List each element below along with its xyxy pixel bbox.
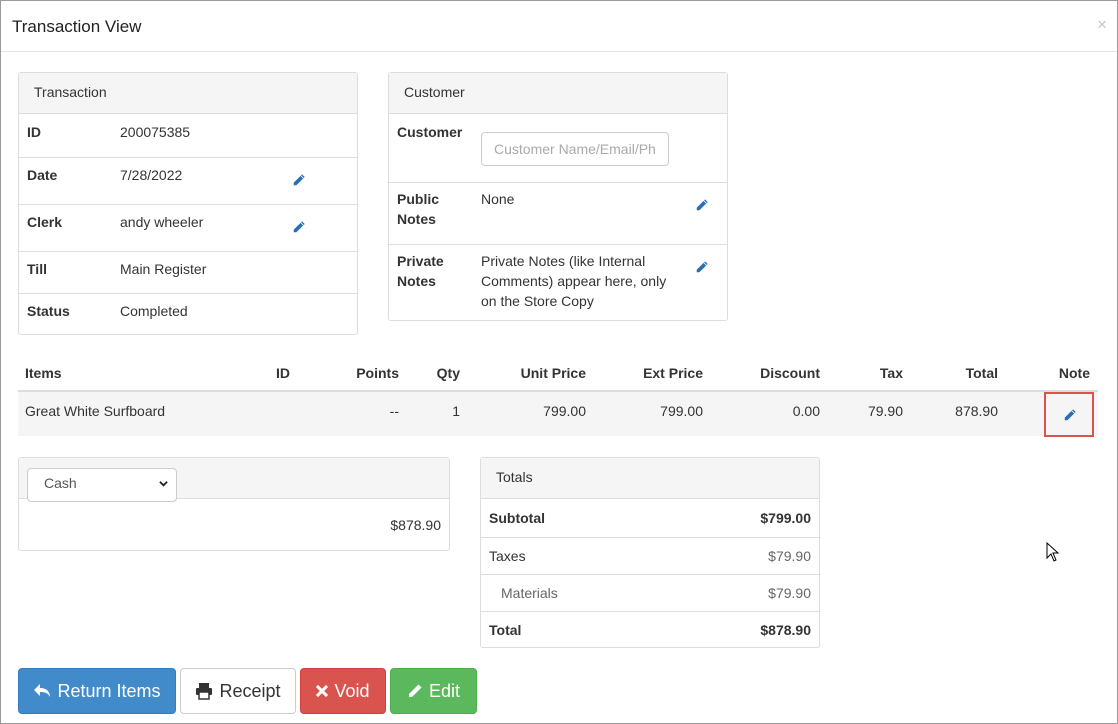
pencil-icon[interactable] xyxy=(1063,408,1077,422)
totals-panel-heading: Totals xyxy=(481,458,819,499)
transaction-row-status: Status Completed xyxy=(19,293,357,335)
chevron-down-icon xyxy=(159,481,168,487)
total-label: Total xyxy=(489,622,522,638)
item-qty: 1 xyxy=(452,403,460,419)
status-value: Completed xyxy=(120,303,188,319)
pencil-icon[interactable] xyxy=(695,260,709,274)
private-notes-line-3: on the Store Copy xyxy=(481,293,594,309)
edit-button[interactable]: Edit xyxy=(390,668,477,714)
customer-search-input[interactable] xyxy=(481,132,669,166)
close-icon[interactable]: × xyxy=(1097,15,1107,35)
taxes-row: Taxes $79.90 xyxy=(481,537,819,574)
pencil-icon[interactable] xyxy=(292,173,306,187)
mouse-cursor-icon xyxy=(1046,542,1060,562)
col-unit-price: Unit Price xyxy=(520,365,586,381)
private-notes-label-1: Private xyxy=(397,253,444,269)
pencil-icon xyxy=(408,684,422,697)
public-notes-row: Public Notes None xyxy=(389,182,727,244)
id-value: 200075385 xyxy=(120,124,191,140)
total-value: $878.90 xyxy=(760,622,811,638)
taxes-value: $79.90 xyxy=(768,548,811,564)
till-value: Main Register xyxy=(120,261,207,277)
till-label: Till xyxy=(27,261,47,277)
item-name: Great White Surfboard xyxy=(25,403,166,419)
col-ext-price: Ext Price xyxy=(643,365,703,381)
modal-header: Transaction View × xyxy=(1,1,1117,52)
return-items-button[interactable]: Return Items xyxy=(18,668,176,714)
transaction-panel: Transaction ID 200075385 Date 7/28/2022 … xyxy=(18,72,358,335)
public-notes-value: None xyxy=(481,191,515,207)
item-points: -- xyxy=(389,403,399,419)
void-label: Void xyxy=(334,680,370,701)
customer-panel: Customer Customer Public Notes None Priv… xyxy=(388,72,728,321)
edit-label: Edit xyxy=(428,680,461,701)
subtotal-value: $799.00 xyxy=(760,510,811,526)
receipt-label: Receipt xyxy=(219,680,281,701)
public-notes-label-2: Notes xyxy=(397,211,436,227)
private-notes-row: Private Notes Private Notes (like Intern… xyxy=(389,244,727,321)
transaction-row-id: ID 200075385 xyxy=(19,114,357,157)
private-notes-line-2: Comments) appear here, only xyxy=(481,273,667,289)
col-total: Total xyxy=(965,365,998,381)
col-id: ID xyxy=(276,365,290,381)
col-points: Points xyxy=(356,365,399,381)
date-label: Date xyxy=(27,167,58,183)
private-notes-line-1: Private Notes (like Internal xyxy=(481,253,646,269)
col-tax: Tax xyxy=(879,365,903,381)
note-highlight xyxy=(1044,392,1094,437)
date-value: 7/28/2022 xyxy=(120,167,183,183)
payments-panel: Completed Payments Cash $878.90 xyxy=(18,457,450,551)
clerk-label: Clerk xyxy=(27,214,63,230)
col-qty: Qty xyxy=(436,365,460,381)
modal-title: Transaction View xyxy=(12,17,142,36)
col-discount: Discount xyxy=(760,365,820,381)
reply-icon xyxy=(34,684,51,697)
item-discount: 0.00 xyxy=(792,403,820,419)
item-ext-price: 799.00 xyxy=(660,403,703,419)
materials-row: Materials $79.90 xyxy=(481,574,819,611)
times-icon xyxy=(316,685,329,697)
pencil-icon[interactable] xyxy=(695,198,709,212)
payment-amount: $878.90 xyxy=(390,517,441,533)
transaction-row-clerk: Clerk andy wheeler xyxy=(19,204,357,251)
transaction-row-till: Till Main Register xyxy=(19,251,357,293)
public-notes-label-1: Public xyxy=(397,191,440,207)
payment-method-select[interactable]: Cash xyxy=(27,468,177,502)
transaction-row-date: Date 7/28/2022 xyxy=(19,157,357,204)
transaction-modal: Transaction View × Transaction ID 200075… xyxy=(0,0,1118,724)
subtotal-label: Subtotal xyxy=(489,510,545,526)
total-row: Total $878.90 xyxy=(481,611,819,648)
col-items: Items xyxy=(25,365,62,381)
private-notes-label-2: Notes xyxy=(397,273,436,289)
status-label: Status xyxy=(27,303,70,319)
print-icon xyxy=(196,683,213,700)
payment-method-value: Cash xyxy=(44,475,77,491)
subtotal-row: Subtotal $799.00 xyxy=(481,500,819,537)
taxes-label: Taxes xyxy=(489,548,526,564)
item-tax: 79.90 xyxy=(867,403,903,419)
id-label: ID xyxy=(27,124,41,140)
customer-row: Customer xyxy=(389,114,727,182)
col-note: Note xyxy=(1058,365,1090,381)
items-table-header: Items ID Points Qty Unit Price Ext Price… xyxy=(18,356,1098,392)
customer-label: Customer xyxy=(397,124,463,140)
customer-panel-heading: Customer xyxy=(389,73,727,114)
clerk-value: andy wheeler xyxy=(120,214,204,230)
item-unit-price: 799.00 xyxy=(543,403,586,419)
item-total: 878.90 xyxy=(955,403,998,419)
transaction-panel-heading: Transaction xyxy=(19,73,357,114)
void-button[interactable]: Void xyxy=(300,668,386,714)
materials-value: $79.90 xyxy=(768,585,811,601)
materials-label: Materials xyxy=(501,585,558,601)
table-row: Great White Surfboard -- 1 799.00 799.00… xyxy=(18,392,1098,436)
pencil-icon[interactable] xyxy=(292,220,306,234)
totals-panel: Totals Subtotal $799.00 Taxes $79.90 Mat… xyxy=(480,457,820,648)
return-items-label: Return Items xyxy=(57,680,161,701)
receipt-button[interactable]: Receipt xyxy=(180,668,296,714)
